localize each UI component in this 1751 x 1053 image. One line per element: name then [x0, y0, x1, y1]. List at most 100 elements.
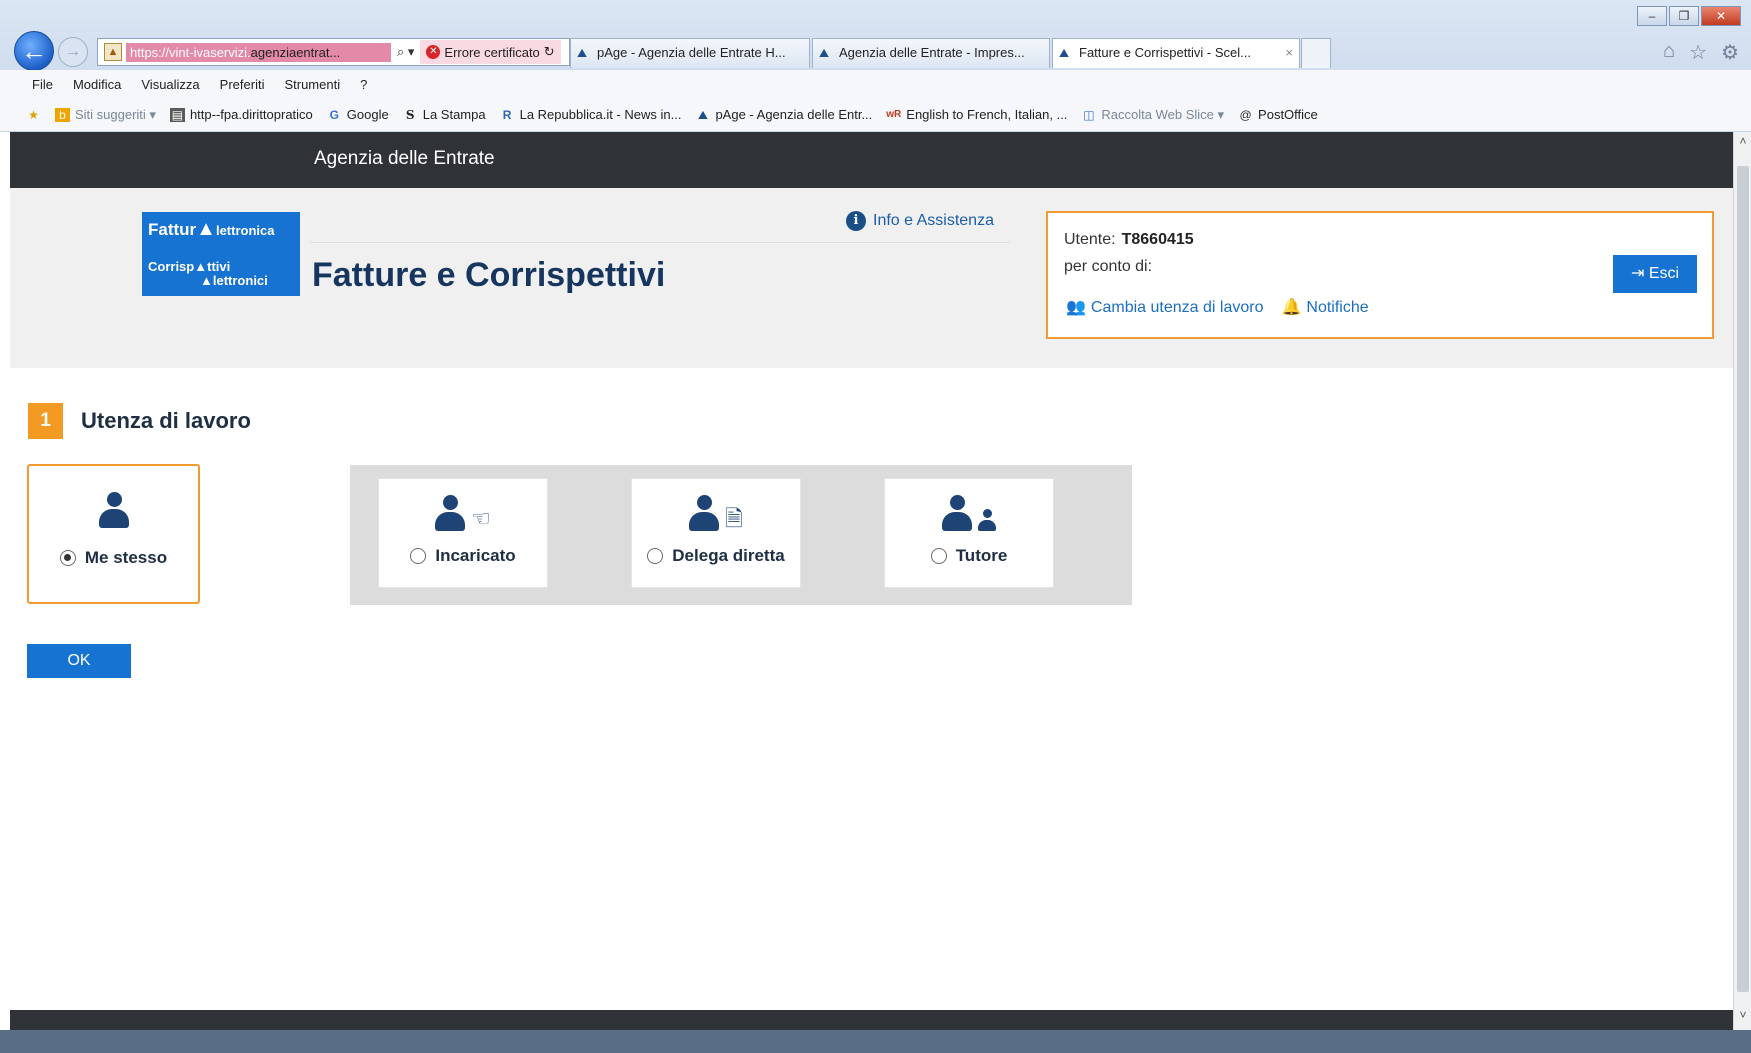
postoffice-icon: @ [1239, 107, 1252, 122]
favorite-item[interactable]: ◫ Raccolta Web Slice ▾ [1081, 107, 1224, 123]
ok-button[interactable]: OK [27, 644, 131, 678]
menu-modifica[interactable]: Modifica [73, 77, 121, 92]
option-delega-diretta[interactable]: 🗎 Delega diretta [631, 478, 801, 588]
radio-me-stesso[interactable] [59, 550, 76, 566]
browser-tab-active[interactable]: ⛰ Fatture e Corrispettivi - Scel... × [1052, 38, 1300, 68]
favorites-add-icon[interactable]: ★ [26, 108, 41, 122]
header-divider [310, 242, 1010, 243]
scroll-down-icon[interactable]: ˅ [1734, 1008, 1751, 1028]
step-number: 1 [28, 403, 63, 439]
favorite-item[interactable]: @ PostOffice [1238, 107, 1318, 122]
utente-value: T8660415 [1121, 231, 1194, 248]
bing-icon: b [55, 107, 70, 122]
page-viewport: Agenzia delle Entrate Fattur▲lettronica … [10, 132, 1733, 1030]
google-icon: G [329, 107, 339, 122]
page-title: Fatture e Corrispettivi [312, 256, 666, 294]
cambia-utenza-link[interactable]: 👥 Cambia utenza di lavoro [1066, 297, 1263, 317]
window-close-button[interactable]: ✕ [1701, 6, 1741, 26]
page-scrollbar[interactable]: ˄ ˅ [1733, 132, 1751, 1030]
home-icon[interactable]: ⌂ [1663, 40, 1675, 65]
search-dropdown-icon[interactable]: ⌕ ▾ [391, 44, 420, 60]
favorite-label: Google [346, 107, 389, 122]
option-tutore[interactable]: Tutore [884, 478, 1054, 588]
agency-top-bar: Agenzia delle Entrate [10, 132, 1733, 188]
page-icon: ▤ [169, 107, 185, 122]
agency-name[interactable]: Agenzia delle Entrate [314, 148, 495, 170]
favorite-item[interactable]: wR English to French, Italian, ... [886, 107, 1067, 122]
logo-line-2: Corrisp▲ttivi ▲lettronici [148, 259, 268, 288]
scroll-up-icon[interactable]: ˄ [1734, 134, 1751, 154]
notifiche-label: Notifiche [1306, 299, 1369, 316]
certificate-error-label: Errore certificato [444, 44, 540, 60]
esci-button[interactable]: ⇥ Esci [1613, 255, 1697, 293]
title-bar: ← → ▲ https://vint-ivaservizi.agenziaent… [0, 0, 1751, 71]
address-url[interactable]: https://vint-ivaservizi.agenziaentrat... [126, 42, 391, 62]
user-icon [435, 495, 466, 531]
step-title: Utenza di lavoro [81, 408, 251, 433]
favorite-item[interactable]: S La Stampa [403, 107, 486, 122]
site-icon: ▲ [104, 43, 122, 61]
browser-tab[interactable]: ⛰ Agenzia delle Entrate - Impres... [812, 38, 1050, 68]
back-button[interactable]: ← [14, 31, 54, 71]
user-icon [942, 495, 972, 531]
option-incaricato[interactable]: ☜ Incaricato [378, 478, 548, 588]
per-conto-di: per conto di: [1064, 258, 1153, 275]
refresh-icon[interactable]: ↻ [544, 44, 555, 60]
favorite-item[interactable]: R La Repubblica.it - News in... [500, 107, 682, 122]
document-icon: 🗎 [725, 506, 743, 531]
favorite-label: http--fpa.dirittopratico [189, 107, 313, 122]
info-assistenza-link[interactable]: i Info e Assistenza [846, 211, 994, 231]
menu-strumenti[interactable]: Strumenti [284, 77, 340, 92]
tab-label: Fatture e Corrispettivi - Scel... [1079, 45, 1251, 60]
notifiche-link[interactable]: 🔔 Notifiche [1281, 297, 1368, 317]
favorite-item[interactable]: b Siti suggeriti ▾ [55, 107, 156, 123]
settings-gear-icon[interactable]: ⚙ [1721, 40, 1739, 65]
favorite-item[interactable]: G Google [327, 107, 389, 122]
radio-tutore[interactable] [930, 548, 947, 564]
browser-tab[interactable]: ⛰ pAge - Agenzia delle Entrate H... [570, 38, 810, 68]
new-tab-button[interactable] [1301, 38, 1331, 68]
menu-visualizza[interactable]: Visualizza [141, 77, 199, 92]
fatture-elettroniche-logo[interactable]: Fattur▲lettronica Corrisp▲ttivi ▲lettroni… [142, 212, 300, 296]
user-panel: Utente: T8660415 per conto di: 👥 Cambia ut… [1046, 211, 1714, 339]
option-radio-row[interactable]: Tutore [885, 546, 1053, 566]
favorites-star-icon[interactable]: ☆ [1689, 40, 1707, 65]
option-radio-row[interactable]: Delega diretta [632, 546, 800, 566]
favorite-label: Siti suggeriti ▾ [75, 106, 156, 122]
minimize-button[interactable]: – [1637, 6, 1667, 26]
user-links: 👥 Cambia utenza di lavoro 🔔 Notifiche [1066, 297, 1369, 317]
menu-preferiti[interactable]: Preferiti [220, 77, 265, 92]
scrollbar-thumb[interactable] [1737, 166, 1749, 992]
agenzia-icon: ⛰ [697, 107, 708, 122]
option-icons: 🗎 [632, 495, 800, 531]
tab-close-icon[interactable]: × [1285, 39, 1293, 67]
agenzia-icon: ⛰ [1059, 46, 1070, 60]
radio-delega-diretta[interactable] [647, 548, 664, 564]
favorite-item[interactable]: ▤ http--fpa.dirittopratico [169, 107, 313, 122]
option-radio-row[interactable]: Me stesso [29, 548, 198, 568]
error-icon: ✕ [426, 45, 441, 59]
window-controls: – ❐ ✕ [1637, 6, 1741, 26]
webslice-icon: ◫ [1083, 107, 1095, 122]
certificate-error[interactable]: ✕ Errore certificato ↻ [420, 40, 561, 64]
favorite-label: pAge - Agenzia delle Entr... [715, 107, 873, 122]
menu-help[interactable]: ? [360, 77, 367, 92]
menu-file[interactable]: File [32, 77, 53, 92]
restore-button[interactable]: ❐ [1669, 6, 1699, 26]
address-bar[interactable]: ▲ https://vint-ivaservizi.agenziaentrat.… [97, 38, 570, 66]
hand-pointer-icon: ☜ [471, 506, 491, 531]
favorites-bar: ★ b Siti suggeriti ▾ ▤ http--fpa.dirittopr… [0, 98, 1751, 132]
option-label: Tutore [955, 546, 1008, 565]
lastampa-icon: S [405, 107, 415, 122]
browser-tools: ⌂ ☆ ⚙ [1663, 40, 1739, 65]
option-me-stesso[interactable]: Me stesso [27, 464, 200, 604]
forward-button[interactable]: → [58, 37, 88, 67]
radio-incaricato[interactable] [410, 548, 427, 564]
user-icon [689, 495, 720, 531]
option-radio-row[interactable]: Incaricato [379, 546, 547, 566]
favorite-label: PostOffice [1258, 107, 1318, 122]
info-icon: i [846, 211, 866, 231]
browser-chrome: ← → ▲ https://vint-ivaservizi.agenziaent… [0, 0, 1751, 132]
favorite-item[interactable]: ⛰ pAge - Agenzia delle Entr... [695, 107, 872, 122]
option-label: Me stesso [84, 548, 168, 567]
